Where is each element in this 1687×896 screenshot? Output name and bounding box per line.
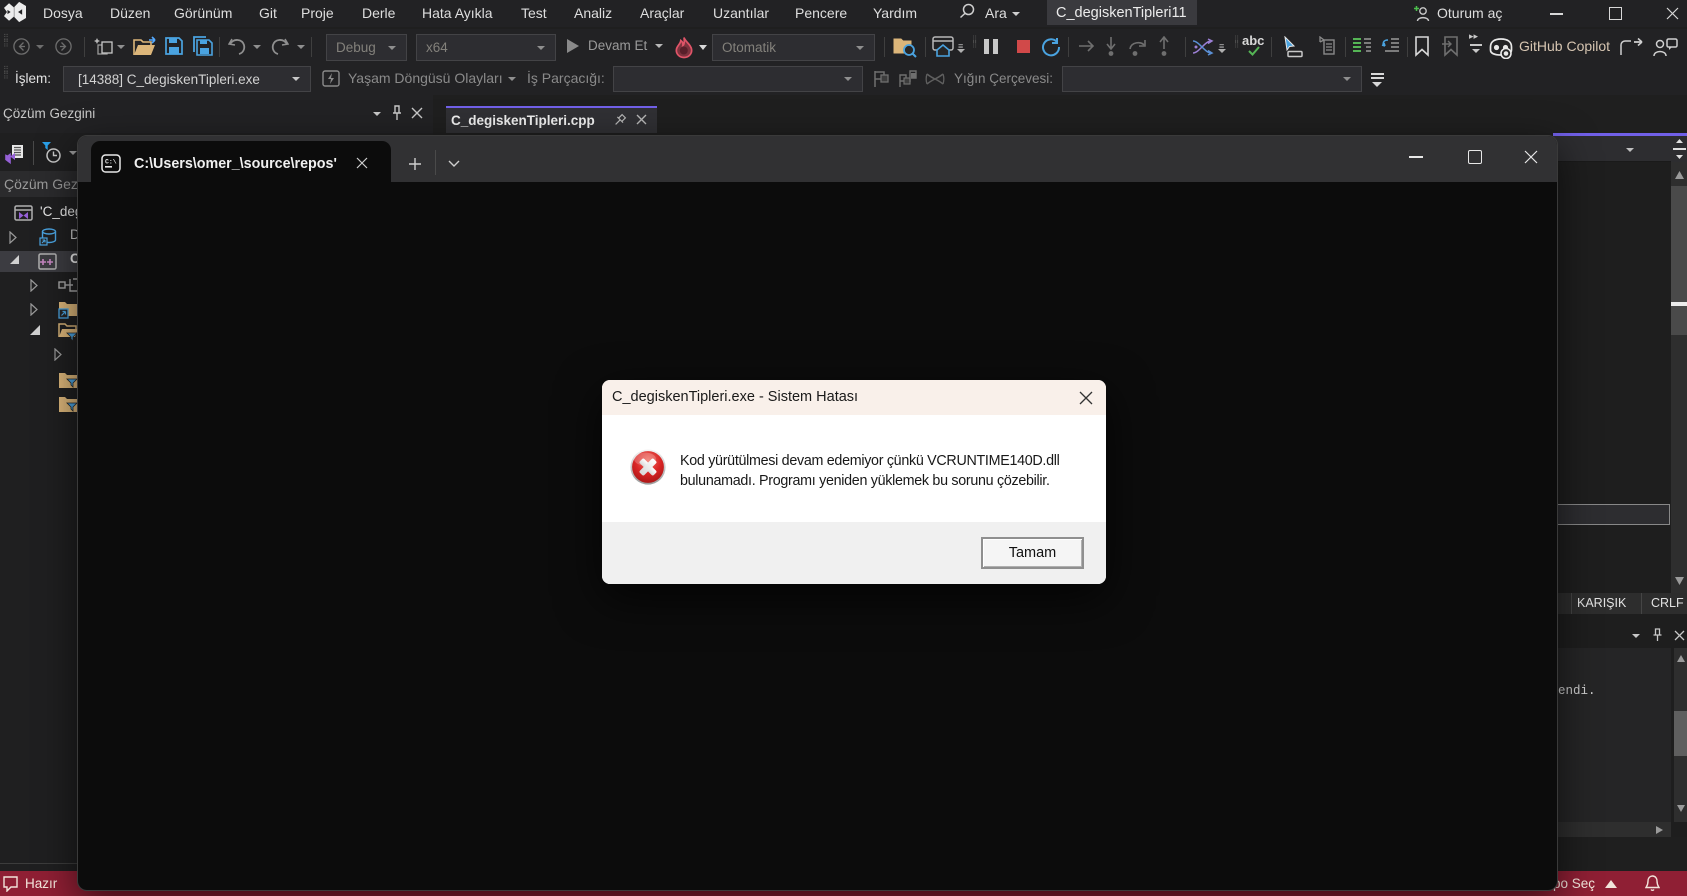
svg-text:C:\: C:\	[105, 159, 117, 166]
